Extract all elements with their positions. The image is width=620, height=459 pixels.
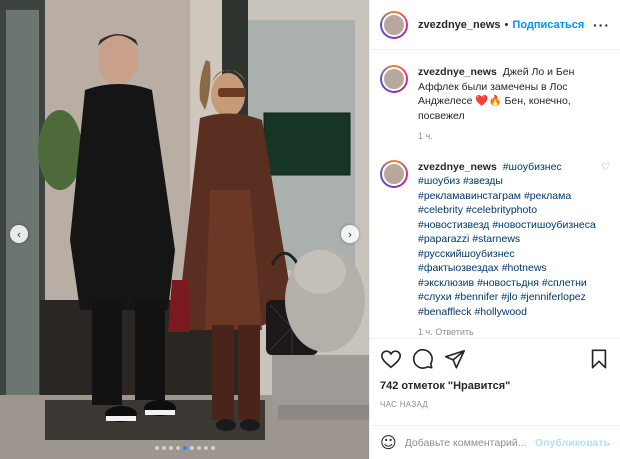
carousel-dot xyxy=(203,446,208,450)
carousel-dot xyxy=(182,446,187,450)
hashtag-link[interactable]: #новостизвезд xyxy=(418,219,489,231)
hashtag-link[interactable]: #русскийшоубизнес xyxy=(418,248,515,260)
hashtag-link[interactable]: #шоубиз xyxy=(418,175,460,187)
more-options-icon[interactable]: ··· xyxy=(593,17,610,33)
hashtag-link[interactable]: #starnews xyxy=(472,233,520,245)
carousel-dot xyxy=(154,446,159,450)
carousel-dot xyxy=(161,446,166,450)
bookmark-icon[interactable] xyxy=(588,348,610,370)
hashtag-link[interactable]: #звезды xyxy=(463,175,503,187)
hashtag-link[interactable]: #слухи xyxy=(418,291,452,303)
hashtag-link[interactable]: #paparazzi xyxy=(418,233,469,245)
carousel-next-button[interactable]: › xyxy=(341,225,359,243)
hashtag-list: #шоубизнес #шоубиз #звезды #рекламавинст… xyxy=(418,161,596,318)
caption: zvezdnye_news Джей Ло и Бен Аффлек были … xyxy=(380,65,610,144)
hashtag-link[interactable]: #новостьдня xyxy=(477,277,539,289)
avatar[interactable] xyxy=(380,10,408,39)
hashtag-link[interactable]: #hollywood xyxy=(474,306,527,318)
hashtag-link[interactable]: #реклама xyxy=(524,190,571,202)
add-comment-bar: ☺ Опубликовать xyxy=(370,425,620,459)
avatar[interactable] xyxy=(380,65,408,93)
photo-illustration xyxy=(0,0,369,459)
hashtag-comment: zvezdnye_news #шоубизнес #шоубиз #звезды… xyxy=(380,159,610,339)
caption-username[interactable]: zvezdnye_news xyxy=(418,66,497,78)
post-header: zvezdnye_news • Подписаться ··· xyxy=(370,0,620,50)
emoji-smile-icon[interactable]: ☺ xyxy=(380,433,397,452)
carousel-dots xyxy=(0,446,369,450)
likes-count[interactable]: 742 отметок "Нравится" xyxy=(380,380,510,392)
carousel-dot xyxy=(175,446,180,450)
comment-username[interactable]: zvezdnye_news xyxy=(418,161,497,173)
hashtag-link[interactable]: #hotnews xyxy=(502,262,547,274)
hashtag-link[interactable]: #шоубизнес xyxy=(503,161,562,173)
carousel-dot xyxy=(189,446,194,450)
hashtag-link[interactable]: #benaffleck xyxy=(418,306,472,318)
avatar[interactable] xyxy=(380,159,408,188)
hashtag-link[interactable]: #сплетни xyxy=(542,277,587,289)
header-separator: • xyxy=(504,18,509,31)
hashtag-link[interactable]: #jenniferlopez xyxy=(521,291,586,303)
carousel-dot xyxy=(168,446,173,450)
comment-bubble-icon[interactable] xyxy=(412,348,434,370)
hashtag-link[interactable]: #celebrity xyxy=(418,204,463,216)
post-actions xyxy=(370,338,620,378)
post-photo[interactable]: ‹ › xyxy=(0,0,369,459)
share-paper-plane-icon[interactable] xyxy=(444,348,466,370)
hashtag-link[interactable]: #celebrityphoto xyxy=(466,204,537,216)
publish-button[interactable]: Опубликовать xyxy=(535,437,610,449)
follow-button[interactable]: Подписаться xyxy=(512,19,584,31)
comment-meta: 1 ч. Ответить xyxy=(418,327,474,337)
comments-list: zvezdnye_news Джей Ло и Бен Аффлек были … xyxy=(370,51,620,338)
post-sidebar: zvezdnye_news • Подписаться ··· zvezdnye… xyxy=(369,0,620,459)
carousel-dot xyxy=(210,446,215,450)
hashtag-link[interactable]: #jlo xyxy=(501,291,517,303)
post-timestamp: ЧАС НАЗАД xyxy=(380,400,429,409)
carousel-dot xyxy=(196,446,201,450)
caption-time: 1 ч. xyxy=(418,131,433,141)
like-heart-icon[interactable] xyxy=(380,348,402,370)
hashtag-link[interactable]: #новостишоубизнеса xyxy=(492,219,596,231)
hashtag-link[interactable]: #фактыозвездах xyxy=(418,262,499,274)
hashtag-link[interactable]: #bennifer xyxy=(455,291,499,303)
carousel-prev-button[interactable]: ‹ xyxy=(10,225,28,243)
like-comment-heart-icon[interactable]: ♡ xyxy=(601,162,610,339)
header-username[interactable]: zvezdnye_news xyxy=(418,19,501,31)
hashtag-link[interactable]: #эксклюзив xyxy=(418,277,474,289)
hashtag-link[interactable]: #рекламавинстаграм xyxy=(418,190,521,202)
comment-input[interactable] xyxy=(404,436,536,449)
